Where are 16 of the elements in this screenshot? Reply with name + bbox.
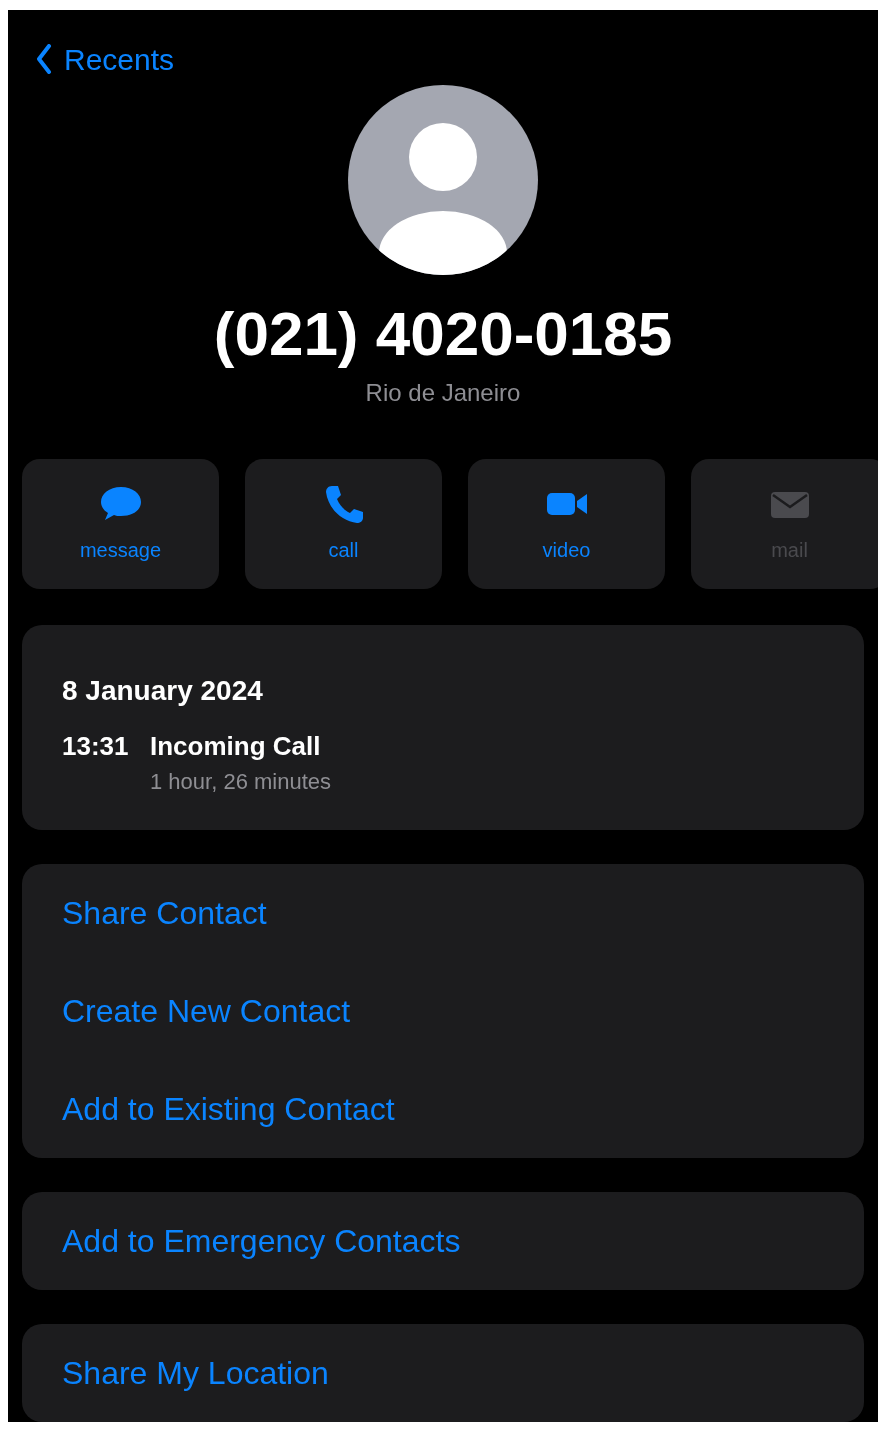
action-button[interactable]: video: [468, 459, 665, 589]
back-button[interactable]: Recents: [36, 36, 175, 82]
call-date: 8 January 2024: [62, 677, 264, 705]
contact-location: Rio de Janeiro: [365, 381, 521, 405]
call-duration: 1 hour, 26 minutes: [150, 771, 331, 793]
call-time: 13:31: [62, 733, 130, 763]
list-action-link[interactable]: Add to Existing Contact: [22, 1060, 864, 1158]
list-action-link[interactable]: Add to Emergency Contacts: [22, 1192, 864, 1290]
list-action-link[interactable]: Share Contact: [22, 864, 864, 962]
list-action-link[interactable]: Create New Contact: [22, 962, 864, 1060]
action-button[interactable]: call: [245, 459, 442, 589]
list-action-link[interactable]: Share My Location: [22, 1324, 864, 1422]
chevron-left-icon: [36, 44, 52, 74]
avatar-icon: [348, 85, 538, 275]
call-type: Incoming Call: [150, 733, 322, 759]
action-button[interactable]: message: [22, 459, 219, 589]
